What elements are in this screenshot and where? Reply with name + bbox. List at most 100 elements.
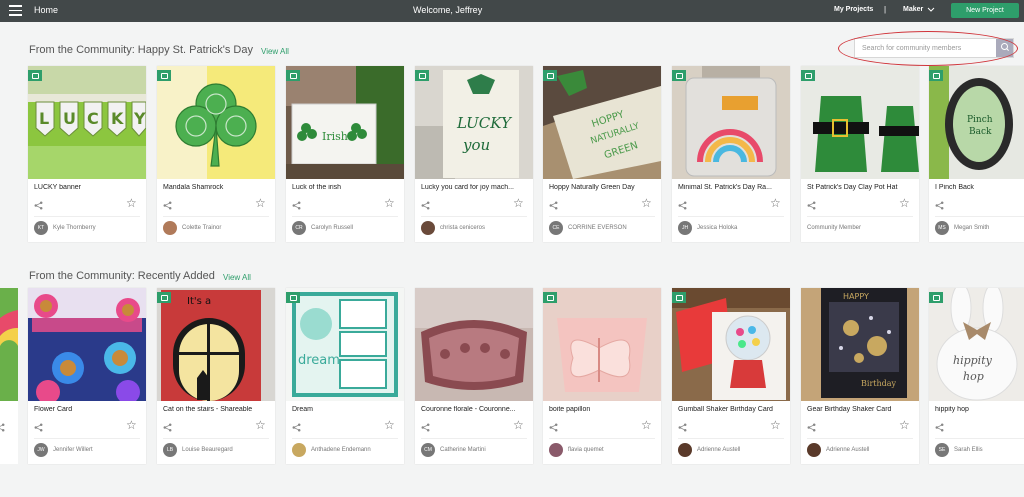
project-image[interactable] [672,66,790,179]
share-icon[interactable] [34,201,43,210]
machine-selector[interactable]: Maker [903,6,923,13]
project-title[interactable]: Dream [292,406,400,413]
author-name[interactable]: flavia quemet [568,447,604,453]
author-name[interactable]: Megan Smith [954,225,989,231]
project-title[interactable]: Gumball Shaker Birthday Card [678,406,786,413]
project-card[interactable]: Pinch Back I Pinch Back MS Megan Smith [929,66,1024,242]
project-image[interactable]: It's a [157,288,275,401]
project-card[interactable]: Couronne florale - Couronne... ☆ CM Cath… [415,288,533,464]
project-card[interactable]: Irish Luck of the irish ☆ CR Carolyn Rus… [286,66,404,242]
share-icon[interactable] [678,423,687,432]
share-icon[interactable] [34,423,43,432]
project-image[interactable]: dream [286,288,404,401]
share-icon[interactable] [0,423,5,432]
my-projects-link[interactable]: My Projects [834,6,873,13]
project-image[interactable]: HAPPY Birthday [801,288,919,401]
favorite-star-icon[interactable]: ☆ [899,419,910,431]
share-icon[interactable] [421,201,430,210]
share-icon[interactable] [163,201,172,210]
project-card[interactable]: It's a Cat on the stairs - Shareable ☆ L… [157,288,275,464]
favorite-star-icon[interactable]: ☆ [384,197,395,209]
favorite-star-icon[interactable]: ☆ [641,197,652,209]
author-name[interactable]: Jennifer Willert [53,447,93,453]
project-image[interactable] [28,288,146,401]
author-name[interactable]: Carolyn Russell [311,225,353,231]
project-card[interactable]: LUCKY LUCKY banner ☆ KT Kyle Thornberry [28,66,146,242]
author-name[interactable]: Colette Trainor [182,225,221,231]
author-name[interactable]: Louise Beauregard [182,447,233,453]
author-name[interactable]: CORRINE EVERSON [568,225,627,231]
share-icon[interactable] [935,423,944,432]
project-image[interactable] [801,66,919,179]
avatar[interactable]: SE [935,443,949,457]
project-image[interactable] [157,66,275,179]
author-name[interactable]: christa ceniceros [440,225,485,231]
avatar[interactable] [163,221,177,235]
favorite-star-icon[interactable]: ☆ [513,197,524,209]
author-name[interactable]: Adrienne Austell [697,447,740,453]
avatar[interactable] [549,443,563,457]
project-title[interactable]: Lucky you card for joy mach... [421,184,529,191]
author-name[interactable]: Adrienne Austell [826,447,869,453]
favorite-star-icon[interactable]: ☆ [126,197,137,209]
favorite-star-icon[interactable]: ☆ [255,419,266,431]
project-title[interactable]: Hoppy Naturally Green Day [549,184,657,191]
view-all-link-recently-added[interactable]: View All [223,273,251,282]
new-project-button[interactable]: New Project [951,3,1019,18]
share-icon[interactable] [292,423,301,432]
project-image[interactable] [415,288,533,401]
avatar[interactable] [807,443,821,457]
favorite-star-icon[interactable]: ☆ [255,197,266,209]
project-card[interactable]: St Patrick's Day Clay Pot Hat ☆ Communit… [801,66,919,242]
author-name[interactable]: Community Member [807,225,861,231]
project-title[interactable]: Flower Card [34,406,142,413]
share-icon[interactable] [292,201,301,210]
project-image[interactable]: hippity hop [929,288,1024,401]
avatar[interactable]: CE [549,221,563,235]
share-icon[interactable] [807,423,816,432]
author-name[interactable]: Anthadene Endemann [311,447,371,453]
author-name[interactable]: Jessica Holoka [697,225,737,231]
hamburger-menu-icon[interactable] [9,5,22,16]
share-icon[interactable] [549,201,558,210]
project-title[interactable]: Luck of the irish [292,184,400,191]
author-name[interactable]: Sarah Ellis [954,447,983,453]
author-name[interactable]: Catherine Martini [440,447,486,453]
favorite-star-icon[interactable]: ☆ [126,419,137,431]
project-image[interactable] [672,288,790,401]
avatar[interactable]: LB [163,443,177,457]
chevron-down-icon[interactable] [927,5,935,13]
share-icon[interactable] [935,201,944,210]
avatar[interactable] [421,221,435,235]
avatar[interactable] [678,443,692,457]
project-title[interactable]: boite papillon [549,406,657,413]
project-title[interactable]: hippity hop [935,406,1020,413]
project-title[interactable]: I Pinch Back [935,184,1020,191]
project-image[interactable]: Irish [286,66,404,179]
project-card[interactable]: dream Dream ☆ Anthadene Endemann [286,288,404,464]
project-card[interactable]: boite papillon ☆ flavia quemet [543,288,661,464]
project-card[interactable]: Gumball Shaker Birthday Card ☆ Adrienne … [672,288,790,464]
project-image[interactable]: HOPPY NATURALLY GREEN [543,66,661,179]
share-icon[interactable] [807,201,816,210]
share-icon[interactable] [549,423,558,432]
share-icon[interactable] [421,423,430,432]
home-link[interactable]: Home [34,5,58,15]
project-card[interactable]: LUCKY you Lucky you card for joy mach...… [415,66,533,242]
favorite-star-icon[interactable]: ☆ [513,419,524,431]
project-title[interactable]: Gear Birthday Shaker Card [807,406,915,413]
partial-project-card[interactable] [0,288,18,464]
project-title[interactable]: Minimal St. Patrick's Day Ra... [678,184,786,191]
author-name[interactable]: Kyle Thornberry [53,225,96,231]
favorite-star-icon[interactable]: ☆ [384,419,395,431]
favorite-star-icon[interactable]: ☆ [899,197,910,209]
project-card[interactable]: Mandala Shamrock ☆ Colette Trainor [157,66,275,242]
avatar[interactable]: KT [34,221,48,235]
avatar[interactable]: JH [678,221,692,235]
avatar[interactable]: CR [292,221,306,235]
avatar[interactable]: JW [34,443,48,457]
avatar[interactable]: MS [935,221,949,235]
view-all-link-st-patricks[interactable]: View All [261,47,289,56]
avatar[interactable]: CM [421,443,435,457]
share-icon[interactable] [678,201,687,210]
